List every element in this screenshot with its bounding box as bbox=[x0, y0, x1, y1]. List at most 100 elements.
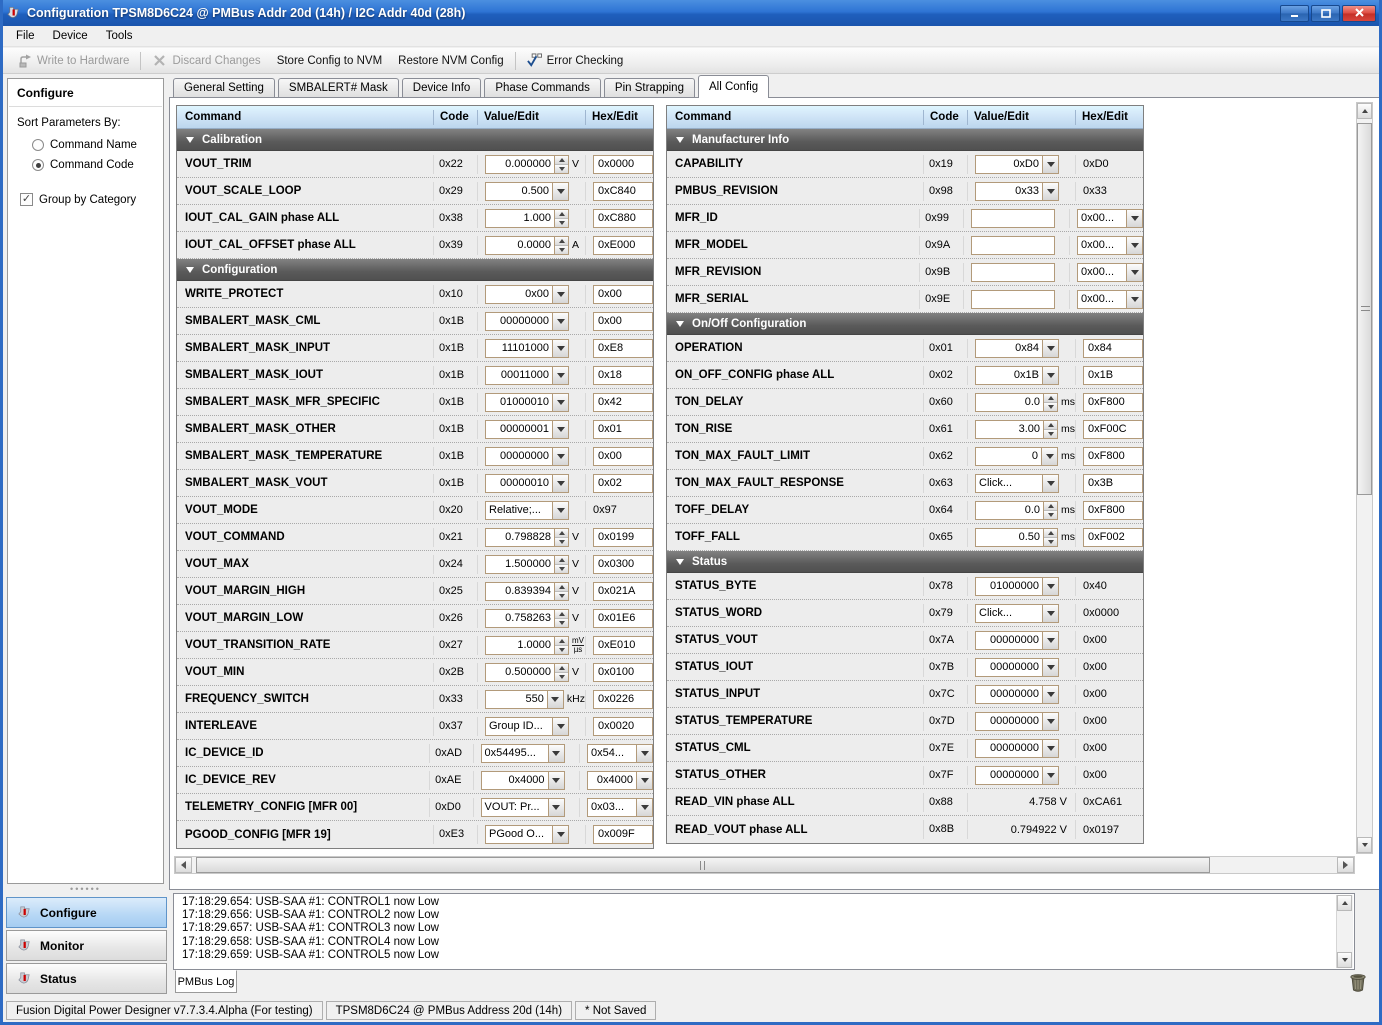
tab-pin-strapping[interactable]: Pin Strapping bbox=[604, 78, 695, 98]
menu-device[interactable]: Device bbox=[44, 27, 97, 45]
hex-box[interactable]: 0x01 bbox=[593, 420, 653, 439]
dropdown-button[interactable] bbox=[1042, 578, 1058, 595]
hex-box[interactable]: 0x0020 bbox=[593, 717, 653, 736]
spinner-down-button[interactable] bbox=[555, 537, 568, 546]
dropdown-button[interactable] bbox=[1041, 448, 1057, 465]
value-dropdown[interactable]: 00000001 bbox=[485, 420, 569, 439]
value-dropdown[interactable]: 00000000 bbox=[975, 739, 1059, 758]
value-dropdown[interactable]: 0x4000 bbox=[481, 771, 565, 790]
dropdown-button[interactable] bbox=[552, 502, 568, 519]
spinner-up-button[interactable] bbox=[555, 156, 568, 164]
spinner-up-button[interactable] bbox=[1044, 529, 1057, 537]
value-spinner[interactable]: 0.839394 bbox=[485, 582, 569, 601]
value-dropdown[interactable]: PGood O... bbox=[485, 825, 569, 844]
dropdown-button[interactable] bbox=[1042, 659, 1058, 676]
spinner-up-button[interactable] bbox=[555, 556, 568, 564]
hex-box[interactable]: 0x3B bbox=[1083, 474, 1143, 493]
clear-log-button[interactable] bbox=[1347, 971, 1369, 993]
hex-box[interactable]: 0x01E6 bbox=[593, 609, 653, 628]
value-dropdown[interactable]: 0xD0 bbox=[975, 155, 1059, 174]
spinner-up-button[interactable] bbox=[555, 637, 568, 645]
value-spinner[interactable]: 0.0 bbox=[975, 501, 1058, 520]
category-header-on-off-configuration[interactable]: On/Off Configuration bbox=[667, 313, 1143, 335]
value-dropdown[interactable]: 00000000 bbox=[975, 766, 1059, 785]
spinner-down-button[interactable] bbox=[555, 164, 568, 173]
scroll-up-button[interactable] bbox=[1357, 103, 1372, 119]
nav-monitor-button[interactable]: Monitor bbox=[6, 930, 167, 961]
dropdown-button[interactable] bbox=[552, 421, 568, 438]
dropdown-button[interactable] bbox=[636, 799, 652, 816]
group-by-category-checkbox[interactable]: ✓ bbox=[20, 193, 33, 206]
sort-option-command-name[interactable]: Command Name bbox=[8, 135, 163, 155]
vertical-scroll-thumb[interactable] bbox=[1357, 123, 1372, 495]
hex-box[interactable]: 0xC840 bbox=[593, 182, 653, 201]
dropdown-button[interactable] bbox=[636, 745, 652, 762]
category-header-configuration[interactable]: Configuration bbox=[177, 259, 653, 281]
error-checking-button[interactable]: Error Checking bbox=[519, 50, 632, 71]
hex-box[interactable]: 0x00 bbox=[593, 285, 653, 304]
scroll-down-button[interactable] bbox=[1357, 837, 1372, 853]
value-dropdown[interactable]: 0x54495... bbox=[481, 744, 565, 763]
hex-box[interactable]: 0x0100 bbox=[593, 663, 653, 682]
spinner-up-button[interactable] bbox=[555, 237, 568, 245]
value-spinner[interactable]: 0.0 bbox=[975, 393, 1058, 412]
spinner-down-button[interactable] bbox=[555, 245, 568, 254]
menu-tools[interactable]: Tools bbox=[97, 27, 142, 45]
dropdown-button[interactable] bbox=[552, 340, 568, 357]
hex-dropdown[interactable]: 0x4000 bbox=[587, 771, 653, 790]
value-spinner[interactable]: 0.50 bbox=[975, 528, 1058, 547]
log-scrollbar[interactable] bbox=[1336, 895, 1353, 968]
column-header-command[interactable]: Command bbox=[667, 110, 923, 125]
value-dropdown[interactable]: 0x84 bbox=[975, 339, 1059, 358]
dropdown-button[interactable] bbox=[552, 313, 568, 330]
dropdown-button[interactable] bbox=[548, 745, 564, 762]
dropdown-button[interactable] bbox=[552, 183, 568, 200]
hex-box[interactable]: 0xC880 bbox=[593, 209, 653, 228]
value-spinner[interactable]: 3.00 bbox=[975, 420, 1058, 439]
scroll-down-button[interactable] bbox=[1337, 952, 1352, 968]
dropdown-button[interactable] bbox=[1126, 264, 1142, 281]
dropdown-button[interactable] bbox=[1126, 291, 1142, 308]
value-textbox[interactable] bbox=[971, 209, 1055, 228]
spinner-down-button[interactable] bbox=[1044, 537, 1057, 546]
maximize-button[interactable] bbox=[1311, 5, 1340, 22]
hex-dropdown[interactable]: 0x00... bbox=[1077, 236, 1143, 255]
spinner-down-button[interactable] bbox=[1044, 510, 1057, 519]
dropdown-button[interactable] bbox=[552, 475, 568, 492]
dropdown-button[interactable] bbox=[1042, 713, 1058, 730]
category-header-status[interactable]: Status bbox=[667, 551, 1143, 573]
value-spinner[interactable]: 0.0000 bbox=[485, 236, 569, 255]
hex-box[interactable]: 0x0000 bbox=[593, 155, 653, 174]
scroll-up-button[interactable] bbox=[1337, 895, 1352, 911]
dropdown-button[interactable] bbox=[1042, 340, 1058, 357]
column-header-command[interactable]: Command bbox=[177, 110, 433, 125]
hex-box[interactable]: 0x0300 bbox=[593, 555, 653, 574]
hex-dropdown[interactable]: 0x00... bbox=[1077, 209, 1143, 228]
scroll-right-button[interactable] bbox=[1337, 857, 1354, 873]
value-dropdown[interactable]: Relative;... bbox=[485, 501, 569, 520]
column-header-code[interactable]: Code bbox=[433, 110, 477, 125]
tab-general-setting[interactable]: General Setting bbox=[173, 78, 275, 98]
hex-box[interactable]: 0xE8 bbox=[593, 339, 653, 358]
dropdown-button[interactable] bbox=[636, 772, 652, 789]
close-button[interactable] bbox=[1342, 5, 1376, 22]
hex-box[interactable]: 0x42 bbox=[593, 393, 653, 412]
dropdown-button[interactable] bbox=[552, 718, 568, 735]
hex-box[interactable]: 0x00 bbox=[593, 312, 653, 331]
dropdown-button[interactable] bbox=[1042, 183, 1058, 200]
value-dropdown[interactable]: 00000010 bbox=[485, 474, 569, 493]
value-dropdown[interactable]: 01000010 bbox=[485, 393, 569, 412]
value-dropdown[interactable]: 00011000 bbox=[485, 366, 569, 385]
column-header-hex-edit[interactable]: Hex/Edit bbox=[1075, 110, 1143, 125]
restore-nvm-config-button[interactable]: Restore NVM Config bbox=[390, 52, 511, 70]
value-spinner[interactable]: 1.500000 bbox=[485, 555, 569, 574]
spinner-down-button[interactable] bbox=[555, 591, 568, 600]
vertical-scrollbar[interactable] bbox=[1356, 102, 1373, 854]
value-textbox[interactable] bbox=[971, 290, 1055, 309]
value-dropdown[interactable]: Group ID... bbox=[485, 717, 569, 736]
hex-box[interactable]: 0xE000 bbox=[593, 236, 653, 255]
dropdown-button[interactable] bbox=[1042, 475, 1058, 492]
dropdown-button[interactable] bbox=[552, 367, 568, 384]
hex-box[interactable]: 0x1B bbox=[1083, 366, 1143, 385]
store-config-to-nvm-button[interactable]: Store Config to NVM bbox=[269, 52, 390, 70]
